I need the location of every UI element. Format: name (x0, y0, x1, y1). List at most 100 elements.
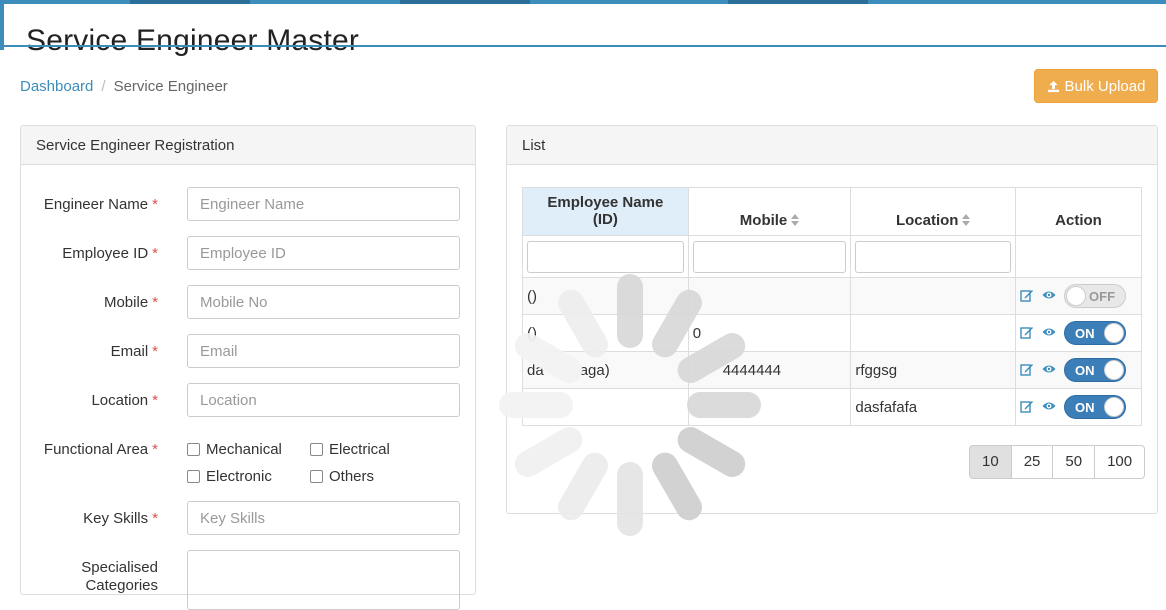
others-label: Others (329, 468, 375, 485)
mobile-cell: 0 (687, 314, 852, 352)
mobile-cell (687, 388, 852, 426)
header-strip-segment (400, 0, 530, 4)
header-strip-segment (130, 0, 250, 4)
edit-icon[interactable] (1020, 288, 1034, 302)
sort-icon (791, 214, 800, 226)
bulk-upload-button[interactable]: Bulk Upload (1034, 69, 1158, 103)
electronic-label: Electronic (206, 468, 272, 485)
toggle-label: ON (1075, 326, 1095, 341)
employee-name-cell (522, 388, 689, 426)
mechanical-label: Mechanical (206, 441, 282, 458)
sort-icon (962, 214, 971, 226)
location-cell (850, 277, 1017, 315)
view-icon[interactable] (1042, 399, 1056, 413)
location-cell (850, 314, 1017, 352)
page-size-selector: 10 25 50 100 (969, 445, 1146, 479)
table-header-row: Employee Name (ID) Mobile Location Action (522, 187, 1142, 236)
filter-cell (850, 235, 1017, 278)
view-icon[interactable] (1042, 325, 1056, 339)
employee-id-label: Employee ID * (62, 245, 158, 262)
employee-name-filter-input[interactable] (527, 240, 684, 273)
edit-icon[interactable] (1020, 362, 1034, 376)
top-header-strip (0, 0, 1166, 4)
mobile-filter-input[interactable] (692, 240, 847, 273)
toggle-knob (1066, 286, 1087, 306)
page-size-option[interactable]: 100 (1094, 445, 1146, 479)
key-skills-label: Key Skills * (83, 510, 158, 527)
checkbox-box[interactable] (310, 443, 323, 456)
mobile-input[interactable] (187, 285, 460, 319)
status-toggle[interactable]: ON (1064, 395, 1127, 419)
list-panel-heading: List (507, 126, 1157, 165)
key-skills-input[interactable] (187, 501, 460, 535)
toggle-knob (1104, 360, 1125, 380)
header-strip-segment (728, 0, 868, 4)
status-toggle[interactable]: OFF (1064, 284, 1127, 308)
column-header-employee-name[interactable]: Employee Name (ID) (522, 187, 689, 236)
upload-icon (1047, 80, 1059, 92)
mechanical-checkbox[interactable]: Mechanical (187, 441, 282, 458)
bulk-upload-label: Bulk Upload (1064, 77, 1146, 95)
table-row: () OFF (522, 277, 1142, 315)
specialised-categories-select[interactable] (187, 550, 460, 610)
checkbox-box[interactable] (310, 470, 323, 483)
electronic-checkbox[interactable]: Electronic (187, 468, 272, 485)
registration-panel-heading: Service Engineer Registration (21, 126, 475, 165)
filter-cell (1015, 235, 1142, 278)
mobile-cell (687, 277, 852, 315)
filter-row (522, 235, 1142, 278)
others-checkbox[interactable]: Others (310, 468, 374, 485)
checkbox-box[interactable] (187, 443, 200, 456)
toggle-label: ON (1075, 400, 1095, 415)
location-filter-input[interactable] (855, 240, 1012, 273)
filter-cell (687, 235, 852, 278)
left-header-strip (0, 0, 4, 50)
column-header-location[interactable]: Location (850, 187, 1017, 236)
table-row: () 0 ON (522, 314, 1142, 352)
engineer-name-label: Engineer Name * (43, 196, 158, 213)
action-cell: ON (1015, 351, 1142, 389)
breadcrumb-dashboard-link[interactable]: Dashboard (20, 78, 93, 95)
specialised-categories-label: Specialised Categories (81, 559, 158, 594)
toggle-label: OFF (1089, 289, 1116, 304)
checkbox-box[interactable] (187, 470, 200, 483)
edit-icon[interactable] (1020, 325, 1034, 339)
employee-name-cell: () (522, 277, 689, 315)
functional-area-label: Functional Area * (43, 441, 158, 458)
mobile-label: Mobile * (103, 294, 158, 311)
registration-panel: Service Engineer Registration Engineer N… (20, 125, 476, 610)
location-label: Location * (91, 392, 158, 409)
action-cell: ON (1015, 388, 1142, 426)
electrical-label: Electrical (329, 441, 390, 458)
breadcrumb: Dashboard / Service Engineer (20, 78, 228, 95)
breadcrumb-separator: / (101, 78, 106, 95)
view-icon[interactable] (1042, 362, 1056, 376)
toggle-knob (1104, 323, 1125, 343)
email-input[interactable] (187, 334, 460, 368)
table-row: da aga) 4444444 rfggsg ON (522, 351, 1142, 389)
engineer-table: Employee Name (ID) Mobile Location Action… (522, 187, 1142, 426)
action-cell: OFF (1015, 277, 1142, 315)
filter-cell (522, 235, 689, 278)
engineer-name-input[interactable] (187, 187, 460, 221)
toggle-label: ON (1075, 363, 1095, 378)
page-size-option[interactable]: 10 (969, 445, 1012, 479)
column-header-action: Action (1015, 187, 1142, 236)
column-header-mobile[interactable]: Mobile (687, 187, 852, 236)
table-row: dasfafafa ON (522, 388, 1142, 426)
page-size-option[interactable]: 25 (1010, 445, 1054, 479)
edit-icon[interactable] (1020, 399, 1034, 413)
employee-id-input[interactable] (187, 236, 460, 270)
page-size-option[interactable]: 50 (1052, 445, 1096, 479)
electrical-checkbox[interactable]: Electrical (310, 441, 390, 458)
toggle-knob (1104, 397, 1125, 417)
mobile-cell: 4444444 (687, 351, 852, 389)
view-icon[interactable] (1042, 288, 1056, 302)
page-title: Service Engineer Master (26, 24, 360, 57)
action-cell: ON (1015, 314, 1142, 352)
status-toggle[interactable]: ON (1064, 358, 1127, 382)
location-input[interactable] (187, 383, 460, 417)
location-cell: dasfafafa (850, 388, 1017, 426)
employee-name-cell: da aga) (522, 351, 689, 389)
status-toggle[interactable]: ON (1064, 321, 1127, 345)
